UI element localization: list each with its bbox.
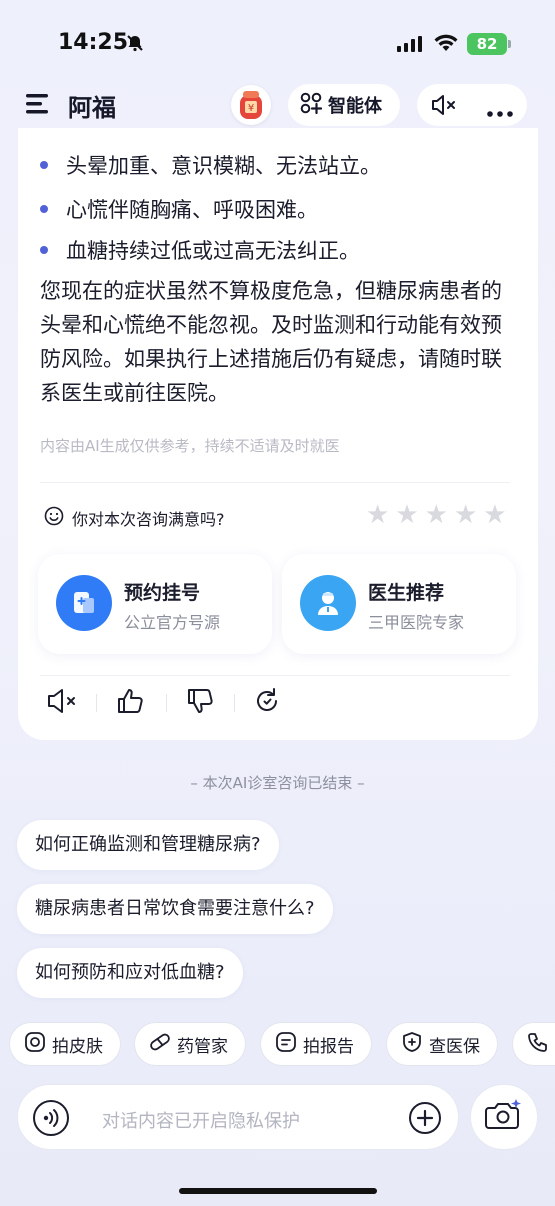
camera-sparkle-icon: [485, 1098, 523, 1136]
thumbs-up-icon[interactable]: [116, 686, 146, 720]
phone-icon: [527, 1031, 549, 1058]
home-indicator: [179, 1188, 377, 1194]
app-avatar[interactable]: ¥: [231, 85, 271, 125]
ai-disclaimer: 内容由AI生成仅供参考，持续不适请及时就医: [40, 437, 340, 455]
suggestion-chip[interactable]: 如何预防和应对低血糖?: [17, 948, 243, 998]
cellular-signal-icon: [397, 36, 423, 56]
divider: [40, 675, 510, 676]
quick-action-insurance[interactable]: 查医保: [386, 1022, 498, 1066]
separator: [234, 694, 235, 712]
bullet-item: 头晕加重、意识模糊、无法站立。: [40, 150, 381, 180]
quick-action-pill[interactable]: 药管家: [134, 1022, 246, 1066]
appointment-icon: [56, 575, 112, 631]
bullet-item: 血糖持续过低或过高无法纠正。: [40, 235, 360, 265]
rating-stars: ★ ★ ★ ★ ★: [366, 502, 507, 528]
menu-icon[interactable]: [26, 94, 50, 118]
more-icon[interactable]: [487, 102, 513, 121]
appointment-card[interactable]: 预约挂号 公立官方号源: [38, 554, 272, 654]
bullet-dot: [40, 246, 48, 254]
quick-action-label: 拍皮肤: [52, 1036, 103, 1057]
quick-action-label: 拍报告: [303, 1036, 354, 1057]
voice-input-icon[interactable]: [32, 1099, 70, 1141]
camera-icon: [24, 1031, 46, 1058]
speaker-mute-icon[interactable]: [46, 686, 78, 720]
quick-action-phone[interactable]: 预: [512, 1022, 555, 1066]
status-time: 14:25: [58, 30, 129, 55]
separator: [166, 694, 167, 712]
doctor-recommend-card[interactable]: 医生推荐 三甲医院专家: [282, 554, 516, 654]
appointment-subtitle: 公立官方号源: [124, 613, 221, 632]
bullet-dot: [40, 205, 48, 213]
wifi-icon: [434, 33, 458, 57]
plus-icon[interactable]: [408, 1101, 442, 1139]
quick-action-report[interactable]: 拍报告: [260, 1022, 372, 1066]
chat-input-placeholder[interactable]: 对话内容已开启隐私保护: [102, 1107, 300, 1133]
quick-action-label: 查医保: [429, 1036, 480, 1057]
speaker-mute-icon[interactable]: [431, 94, 457, 120]
header-actions: [417, 84, 527, 126]
bullet-text: 血糖持续过低或过高无法纠正。: [66, 239, 360, 263]
chat-input-bar[interactable]: 对话内容已开启隐私保护: [17, 1084, 459, 1150]
doctor-recommend-subtitle: 三甲医院专家: [368, 613, 465, 632]
quick-action-label: 药管家: [177, 1036, 228, 1057]
rating-prompt: 你对本次咨询满意吗?: [44, 506, 225, 530]
bell-muted-icon: [126, 34, 144, 56]
fortune-jar-icon: ¥: [240, 91, 262, 119]
top-nav: 阿福 ¥ 智能体: [0, 82, 555, 128]
doctor-icon: [300, 575, 356, 631]
bullet-item: 心慌伴随胸痛、呼吸困难。: [40, 194, 318, 224]
agent-label: 智能体: [328, 96, 382, 117]
star-icon[interactable]: ★: [425, 502, 448, 528]
ai-message-card: 头晕加重、意识模糊、无法站立。 心慌伴随胸痛、呼吸困难。 血糖持续过低或过高无法…: [18, 128, 538, 740]
bullet-text: 头晕加重、意识模糊、无法站立。: [66, 154, 381, 178]
bullet-text: 心慌伴随胸痛、呼吸困难。: [66, 198, 318, 222]
thumbs-down-icon[interactable]: [186, 686, 216, 720]
session-ended-notice: – 本次AI诊室咨询已结束 –: [190, 774, 365, 792]
regenerate-icon[interactable]: [252, 686, 282, 720]
rating-prompt-text: 你对本次咨询满意吗?: [72, 510, 225, 529]
separator: [96, 694, 97, 712]
star-icon[interactable]: ★: [395, 502, 418, 528]
pill-icon: [149, 1031, 171, 1058]
message-actions: [46, 686, 306, 718]
smiley-icon: [44, 506, 64, 530]
report-icon: [275, 1031, 297, 1058]
appointment-title: 预约挂号: [124, 582, 201, 604]
app-title: 阿福: [68, 94, 116, 122]
message-paragraph: 您现在的症状虽然不算极度危急，但糖尿病患者的头晕和心慌绝不能忽视。及时监测和行动…: [40, 279, 502, 405]
battery-tip: [508, 40, 511, 48]
suggestion-chip[interactable]: 糖尿病患者日常饮食需要注意什么?: [17, 884, 333, 934]
doctor-recommend-title: 医生推荐: [368, 582, 445, 604]
agent-button[interactable]: 智能体: [288, 84, 400, 126]
ai-camera-button[interactable]: [470, 1084, 538, 1150]
quick-actions-row[interactable]: 拍皮肤 药管家 拍报告 查医保 预: [0, 1022, 555, 1066]
agent-grid-icon: [300, 92, 323, 119]
svg-text:¥: ¥: [248, 103, 254, 114]
bullet-dot: [40, 161, 48, 169]
divider: [40, 482, 510, 483]
status-bar: 14:25 82: [0, 0, 555, 80]
shield-plus-icon: [401, 1031, 423, 1058]
suggestion-chip[interactable]: 如何正确监测和管理糖尿病?: [17, 820, 279, 870]
star-icon[interactable]: ★: [454, 502, 477, 528]
battery-indicator: 82: [467, 33, 507, 55]
quick-action-skin[interactable]: 拍皮肤: [9, 1022, 121, 1066]
star-icon[interactable]: ★: [483, 502, 506, 528]
star-icon[interactable]: ★: [366, 502, 389, 528]
